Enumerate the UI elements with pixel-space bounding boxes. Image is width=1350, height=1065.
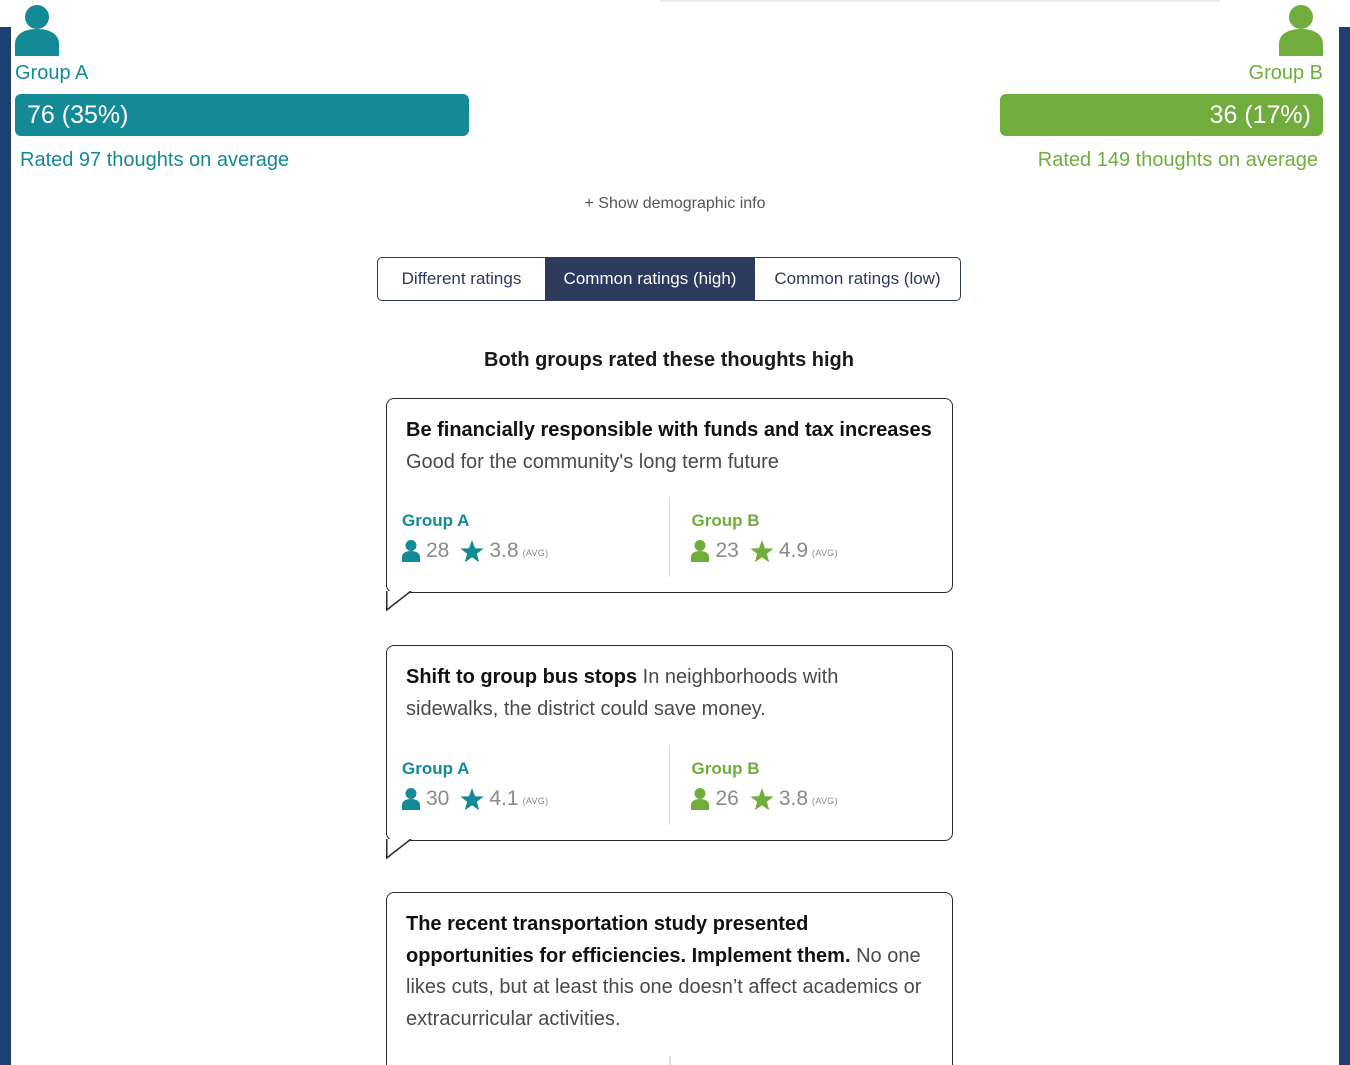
thought-stats: Group A 28 3.8 (AVG) Group B 23 4.9 (AVG…: [402, 497, 937, 577]
average-rating: 4.1: [489, 787, 519, 810]
thought-text: The recent transportation study presente…: [406, 909, 922, 1035]
thought-card[interactable]: The recent transportation study presente…: [386, 892, 953, 1065]
average-rating: 3.8: [489, 539, 519, 562]
group-b-count-bar: 36 (17%): [1000, 94, 1323, 136]
show-demographic-info-link[interactable]: + Show demographic info: [0, 195, 1350, 213]
thought-card[interactable]: Shift to group bus stops In neighborhood…: [385, 645, 953, 859]
participant-count: 26: [715, 787, 739, 810]
section-title: Both groups rated these thoughts high: [484, 349, 854, 371]
tab-common-ratings-high[interactable]: Common ratings (high): [545, 258, 755, 300]
person-icon: [402, 788, 420, 810]
thought-text: Shift to group bus stops In neighborhood…: [406, 662, 934, 725]
person-icon: [691, 788, 710, 810]
participant-count: 23: [715, 539, 739, 562]
star-icon: [460, 787, 484, 810]
group-b-rated-text: Rated 149 thoughts on average: [1037, 149, 1318, 171]
group-a-stats: Group A 28 3.8 (AVG): [402, 497, 669, 577]
average-rating: 3.8: [778, 787, 809, 810]
stat-group-name: Group B: [691, 511, 760, 530]
stat-group-name: Group A: [402, 759, 470, 778]
stat-line: 26 3.8 (AVG): [691, 787, 937, 811]
avg-label: (AVG): [522, 796, 549, 806]
group-a-stats: Group A 30 4.1 (AVG): [402, 745, 669, 825]
right-edge-bar: [1339, 27, 1350, 1065]
star-icon: [460, 539, 484, 562]
rating-tabs: Different ratings Common ratings (high) …: [377, 257, 961, 301]
avg-label: (AVG): [812, 548, 838, 558]
group-a-header: Group A: [15, 4, 88, 85]
participant-count: 28: [426, 539, 450, 562]
avg-label: (AVG): [812, 796, 838, 806]
person-icon: [15, 5, 59, 56]
person-icon: [691, 540, 710, 562]
star-icon: [750, 787, 774, 810]
group-b-stats: Group B 23 4.9 (AVG): [669, 497, 937, 577]
thought-title: Shift to group bus stops: [406, 666, 638, 688]
star-icon: [750, 539, 774, 562]
average-rating: 4.9: [778, 539, 809, 562]
tab-different-ratings[interactable]: Different ratings: [378, 258, 545, 300]
person-icon: [1279, 5, 1323, 56]
tab-common-ratings-low[interactable]: Common ratings (low): [755, 258, 960, 300]
group-a-name: Group A: [15, 62, 89, 84]
thought-stats: Group A 30 4.1 (AVG) Group B 26 3.8 (AVG…: [402, 745, 937, 825]
avg-label: (AVG): [522, 548, 549, 558]
group-b-stats: Group B 26 3.8 (AVG): [669, 745, 937, 825]
speech-tail: [385, 591, 411, 611]
group-b-header: Group B: [1249, 4, 1323, 85]
participant-count: 30: [426, 787, 450, 810]
top-divider: [660, 0, 1220, 2]
stat-group-name: Group A: [402, 511, 470, 530]
thought-title: The recent transportation study presente…: [406, 913, 851, 967]
thought-card[interactable]: Be financially responsible with funds an…: [385, 398, 953, 611]
stat-line: 30 4.1 (AVG): [402, 787, 669, 811]
stat-line: 28 3.8 (AVG): [402, 539, 669, 563]
speech-tail: [385, 839, 411, 859]
stat-line: 23 4.9 (AVG): [691, 539, 937, 563]
stats-divider: [669, 1056, 671, 1065]
person-icon: [402, 540, 420, 562]
group-b-name: Group B: [1248, 62, 1323, 84]
thought-text: Be financially responsible with funds an…: [406, 415, 934, 478]
group-a-rated-text: Rated 97 thoughts on average: [20, 149, 290, 171]
left-edge-bar: [0, 27, 11, 1065]
thought-title: Be financially responsible with funds an…: [406, 419, 932, 441]
group-a-count-bar: 76 (35%): [15, 94, 469, 136]
thought-body: Good for the community's long term futur…: [406, 450, 779, 473]
stat-group-name: Group B: [691, 759, 760, 778]
